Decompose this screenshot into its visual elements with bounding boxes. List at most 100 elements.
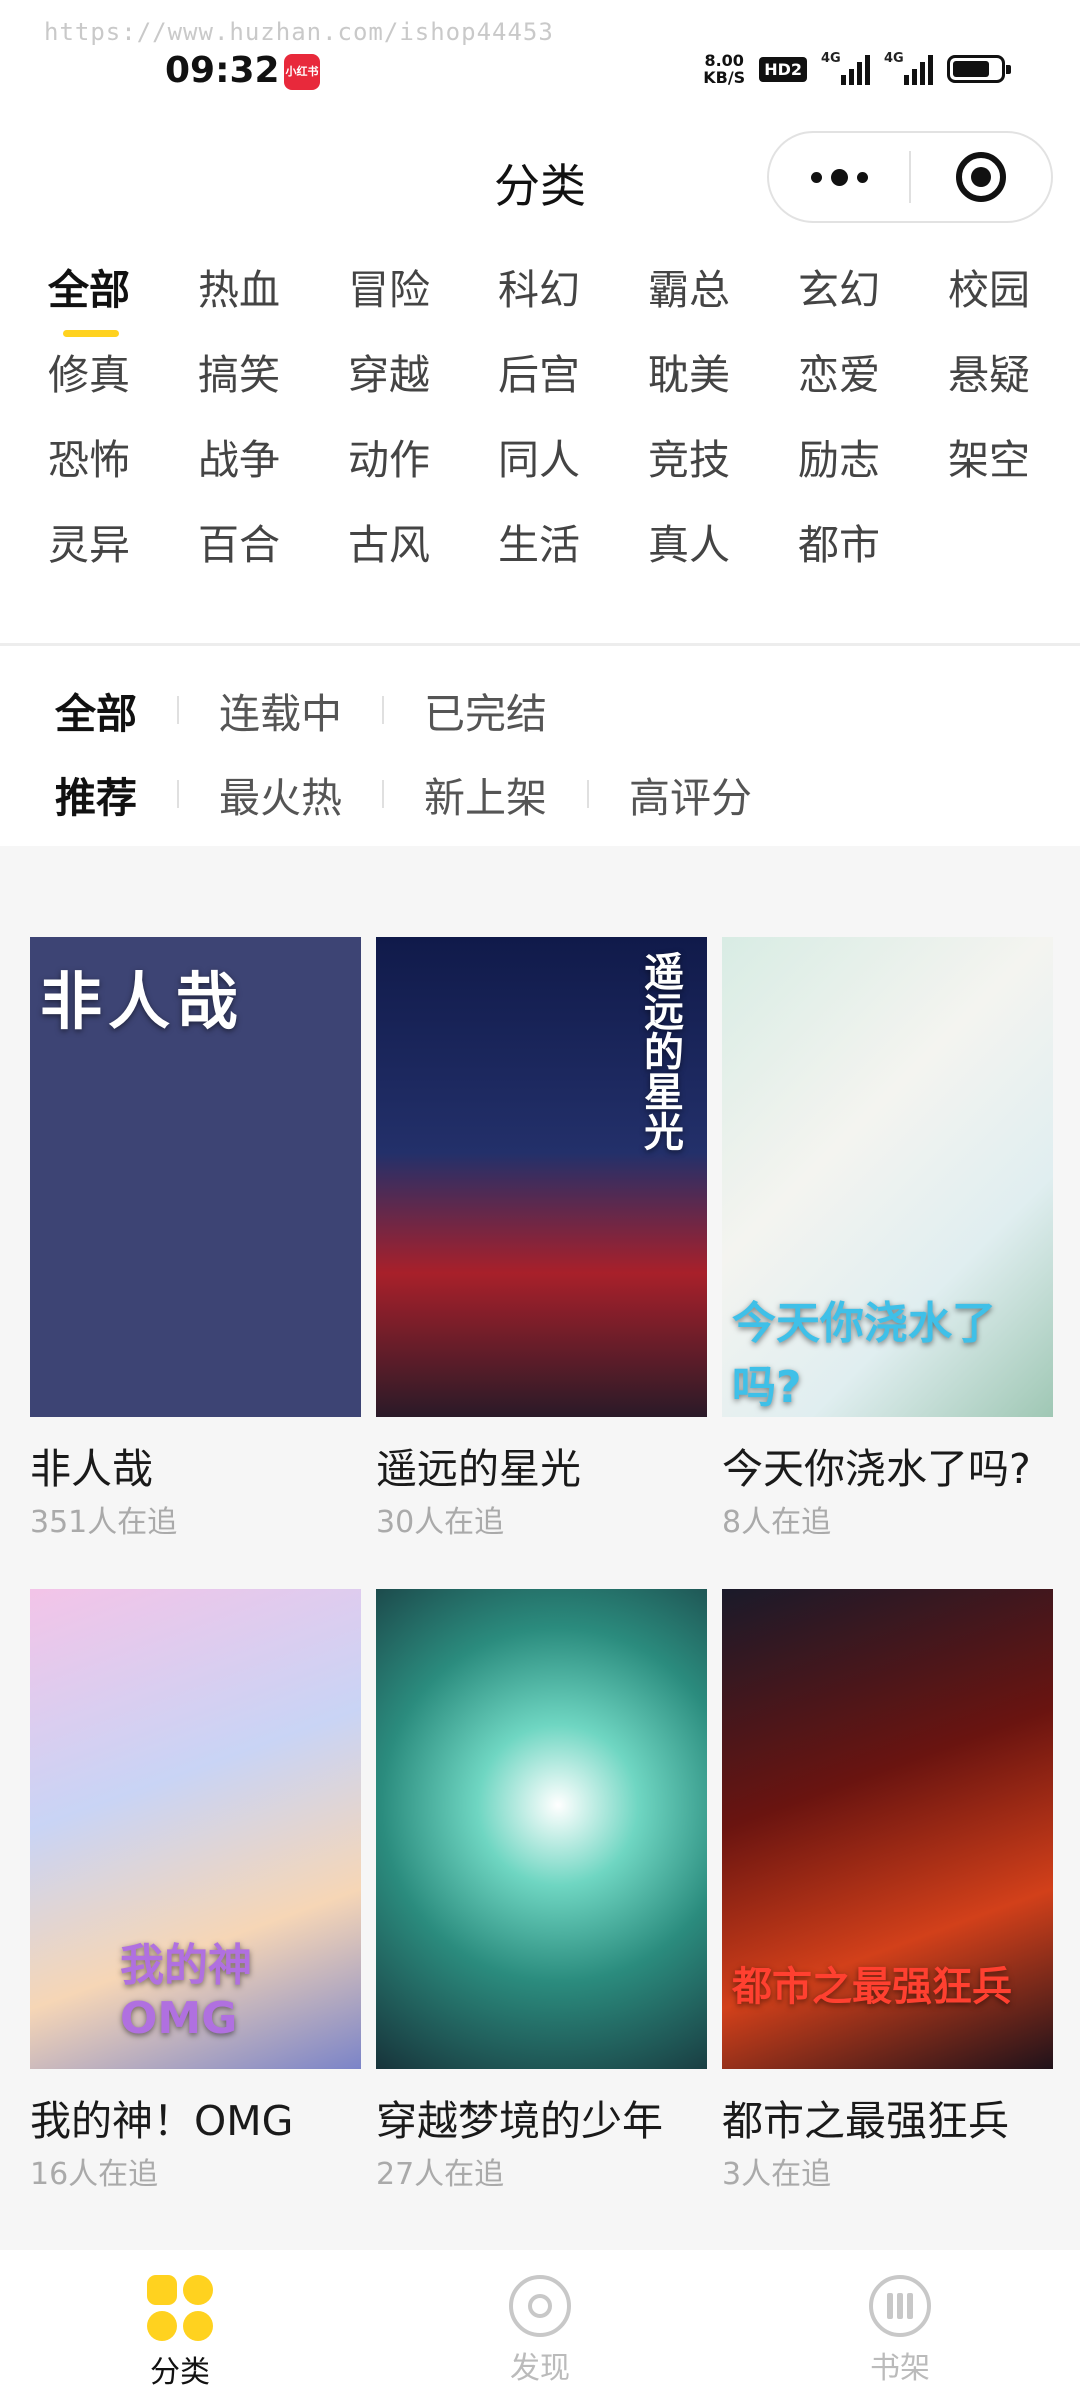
comic-follower-count: 3人在追 — [722, 2157, 832, 2192]
cover-title-art: 非人哉 — [40, 965, 245, 1038]
signal-icon-2: 4G — [884, 51, 933, 85]
genre-item[interactable]: 励志 — [798, 438, 948, 483]
comic-title: 穿越梦境的少年 — [376, 2097, 663, 2145]
genre-item[interactable]: 竞技 — [648, 438, 798, 483]
tab-bookshelf[interactable]: 书架 — [720, 2250, 1080, 2400]
genre-item[interactable]: 后宫 — [498, 353, 648, 398]
genre-item[interactable]: 悬疑 — [948, 353, 1080, 398]
discover-icon — [509, 2275, 571, 2337]
signal-icon: 4G — [821, 51, 870, 85]
comic-follower-count: 351人在追 — [30, 1505, 178, 1540]
sort-filter[interactable]: 最火热 — [219, 764, 342, 824]
tab-discover[interactable]: 发现 — [360, 2250, 720, 2400]
genre-item[interactable]: 灵异 — [48, 523, 198, 568]
comic-title: 我的神！OMG — [30, 2097, 294, 2145]
genre-grid: 全部 热血 冒险 科幻 霸总 玄幻 校园 修真 搞笑 穿越 后宫 耽美 恋爱 悬疑 恐怖 战争 动作 同人 竞技 励志… — [48, 268, 1048, 568]
signal-label-2: 4G — [884, 51, 904, 66]
comic-card[interactable]: 我的神OMG 我的神！OMG 16人在追 — [30, 1589, 361, 2206]
genre-item[interactable]: 架空 — [948, 438, 1080, 483]
comic-card[interactable]: 都市之最强狂兵 都市之最强狂兵 3人在追 — [722, 1589, 1053, 2206]
genre-item[interactable]: 修真 — [48, 353, 198, 398]
comic-cover-image: 今天你浇水了吗? — [722, 937, 1053, 1417]
battery-icon — [947, 55, 1011, 83]
comic-cover-image: 我的神OMG — [30, 1589, 361, 2069]
cover-title-art: 我的神OMG — [120, 1940, 252, 2044]
genre-item[interactable]: 穿越 — [348, 353, 498, 398]
tab-category[interactable]: 分类 — [0, 2250, 360, 2400]
tab-category-label: 分类 — [150, 2355, 210, 2390]
genre-item[interactable]: 耽美 — [648, 353, 798, 398]
notification-app-icon: 小红书 — [284, 54, 320, 90]
comic-title: 都市之最强狂兵 — [722, 2097, 1009, 2145]
genre-item[interactable]: 战争 — [198, 438, 348, 483]
comic-title: 非人哉 — [30, 1445, 153, 1493]
status-time: 09:32 — [165, 50, 280, 91]
genre-item[interactable]: 霸总 — [648, 268, 798, 313]
sort-filter-row: 推荐 最火热 新上架 高评分 — [55, 764, 752, 824]
comic-card[interactable]: 今天你浇水了吗? 今天你浇水了吗? 8人在追 — [722, 937, 1053, 1554]
filter-separator — [587, 780, 589, 808]
hd-voice-icon: HD2 — [759, 56, 807, 82]
network-speed: 8.00 KB/S — [703, 52, 745, 86]
section-divider — [0, 643, 1080, 646]
genre-item[interactable]: 都市 — [798, 523, 948, 568]
filter-separator — [382, 696, 384, 724]
genre-item[interactable]: 冒险 — [348, 268, 498, 313]
genre-item[interactable]: 动作 — [348, 438, 498, 483]
genre-item[interactable]: 真人 — [648, 523, 798, 568]
genre-item[interactable]: 搞笑 — [198, 353, 348, 398]
comic-card[interactable]: 非人哉 非人哉 351人在追 — [30, 937, 361, 1554]
filter-separator — [177, 780, 179, 808]
status-filter[interactable]: 已完结 — [424, 680, 547, 740]
sort-filter[interactable]: 新上架 — [424, 764, 547, 824]
comic-title: 遥远的星光 — [376, 1445, 581, 1493]
genre-item[interactable]: 热血 — [198, 268, 348, 313]
comic-cover-image: 遥远的星光 — [376, 937, 707, 1417]
bookshelf-icon — [869, 2275, 931, 2337]
cover-title-art: 今天你浇水了吗? — [732, 1298, 996, 1413]
genre-item[interactable]: 古风 — [348, 523, 498, 568]
status-filter[interactable]: 全部 — [55, 680, 137, 740]
bottom-tab-bar: 分类 发现 书架 — [0, 2250, 1080, 2400]
genre-item[interactable]: 生活 — [498, 523, 648, 568]
cover-title-art: 都市之最强狂兵 — [732, 1964, 1012, 2010]
comic-follower-count: 8人在追 — [722, 1505, 832, 1540]
category-grid-icon — [147, 2275, 213, 2341]
genre-item[interactable]: 全部 — [48, 268, 198, 337]
comic-cover-image: 非人哉 — [30, 937, 361, 1417]
comic-cover-image — [376, 1589, 707, 2069]
comic-title: 今天你浇水了吗? — [722, 1445, 1031, 1493]
more-button[interactable] — [769, 133, 909, 221]
genre-item[interactable]: 恋爱 — [798, 353, 948, 398]
comic-cover-image: 都市之最强狂兵 — [722, 1589, 1053, 2069]
status-filter-row: 全部 连载中 已完结 — [55, 680, 547, 740]
sort-filter[interactable]: 推荐 — [55, 764, 137, 824]
filter-separator — [382, 780, 384, 808]
status-filter[interactable]: 连载中 — [219, 680, 342, 740]
more-dots-icon — [810, 168, 868, 186]
comic-card[interactable]: 穿越梦境的少年 27人在追 — [376, 1589, 707, 2206]
comic-follower-count: 16人在追 — [30, 2157, 159, 2192]
tab-discover-label: 发现 — [510, 2351, 570, 2386]
status-bar: 09:32 小红书 8.00 KB/S HD2 4G 4G — [0, 0, 1080, 120]
genre-item[interactable]: 恐怖 — [48, 438, 198, 483]
cover-title-art: 遥远的星光 — [637, 951, 683, 1151]
tab-bookshelf-label: 书架 — [870, 2351, 930, 2386]
genre-item[interactable]: 同人 — [498, 438, 648, 483]
comic-list: 非人哉 非人哉 351人在追 遥远的星光 遥远的星光 30人在追 今天你浇水了吗? 今天你浇水… — [0, 846, 1080, 2250]
comic-follower-count: 27人在追 — [376, 2157, 505, 2192]
comic-card[interactable]: 遥远的星光 遥远的星光 30人在追 — [376, 937, 707, 1554]
signal-label: 4G — [821, 51, 841, 66]
mini-program-capsule — [767, 131, 1053, 223]
genre-item[interactable]: 百合 — [198, 523, 348, 568]
genre-item[interactable]: 校园 — [948, 268, 1080, 313]
network-speed-unit: KB/S — [703, 68, 746, 87]
sort-filter[interactable]: 高评分 — [629, 764, 752, 824]
status-indicators: 8.00 KB/S HD2 4G 4G — [703, 51, 1011, 86]
comic-follower-count: 30人在追 — [376, 1505, 505, 1540]
filter-separator — [177, 696, 179, 724]
close-mini-program-button[interactable] — [911, 133, 1051, 221]
genre-item[interactable]: 科幻 — [498, 268, 648, 313]
genre-item[interactable]: 玄幻 — [798, 268, 948, 313]
target-circle-icon — [956, 152, 1006, 202]
